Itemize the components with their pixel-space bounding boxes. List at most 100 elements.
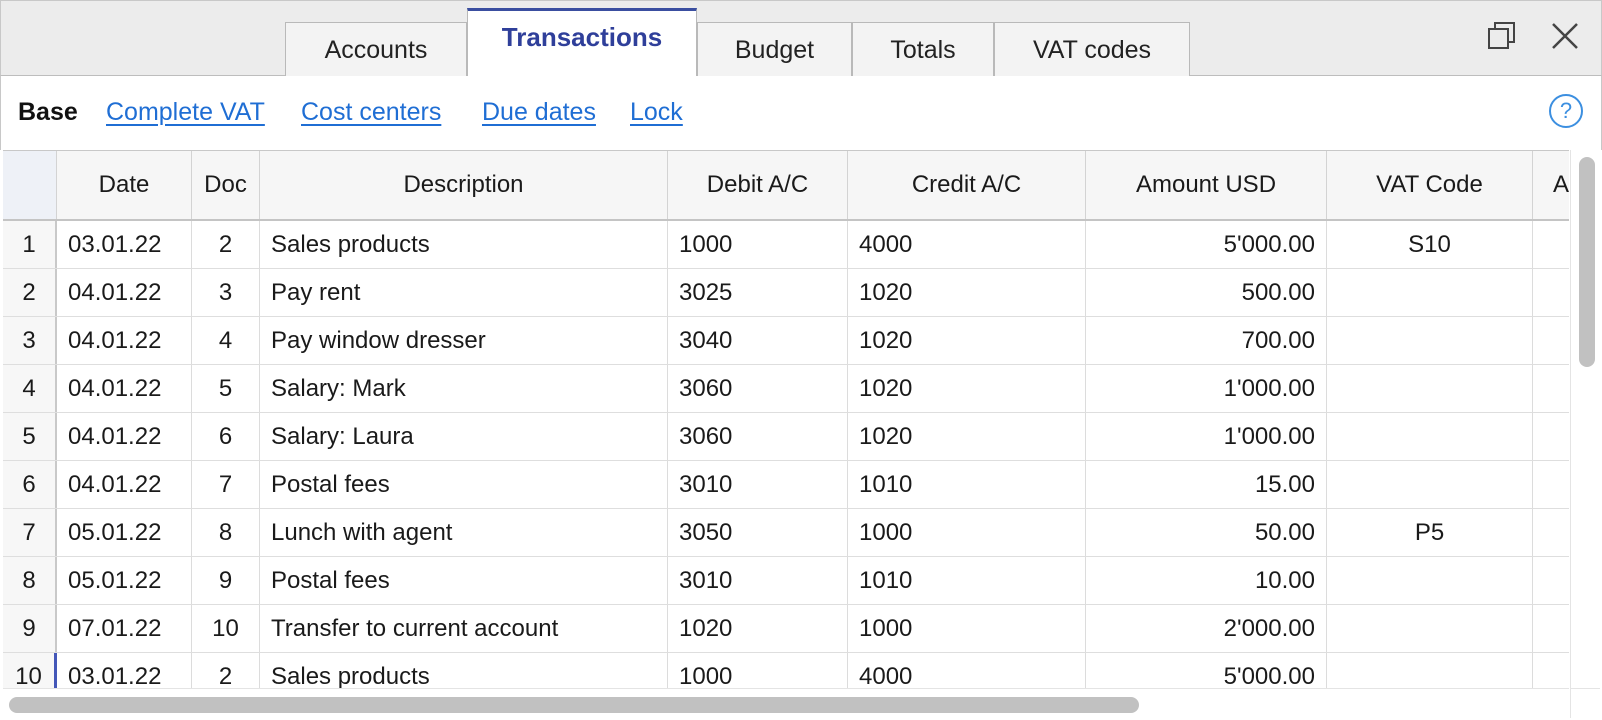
table-row[interactable]: 7 05.01.22 8 Lunch with agent 3050 1000 50.00 P… — [3, 509, 1569, 557]
row-number[interactable]: 8 — [3, 557, 57, 604]
vertical-scrollbar[interactable] — [1570, 150, 1600, 688]
column-header-description[interactable]: Description — [260, 151, 668, 219]
cell-doc[interactable]: 6 — [192, 413, 260, 460]
row-number[interactable]: 5 — [3, 413, 57, 460]
cell-date[interactable]: 04.01.22 — [57, 269, 192, 316]
column-header-doc[interactable]: Doc — [192, 151, 260, 219]
horizontal-scroll-thumb[interactable] — [9, 697, 1139, 713]
cell-description[interactable]: Postal fees — [260, 461, 668, 508]
cell-debit[interactable]: 1000 — [668, 221, 848, 268]
cell-amount[interactable]: 10.00 — [1086, 557, 1327, 604]
cell-doc[interactable]: 2 — [192, 653, 260, 688]
cell-description[interactable]: Sales products — [260, 653, 668, 688]
cell-amount[interactable]: 2'000.00 — [1086, 605, 1327, 652]
cell-description[interactable]: Sales products — [260, 221, 668, 268]
close-icon[interactable] — [1548, 19, 1582, 53]
cell-partial[interactable] — [1533, 221, 1569, 268]
cell-date[interactable]: 03.01.22 — [57, 221, 192, 268]
cell-vat-code[interactable] — [1327, 557, 1533, 604]
row-number[interactable]: 7 — [3, 509, 57, 556]
cell-credit[interactable]: 4000 — [848, 221, 1086, 268]
cell-date[interactable]: 05.01.22 — [57, 509, 192, 556]
view-base[interactable]: Base — [18, 98, 78, 127]
table-row[interactable]: 2 04.01.22 3 Pay rent 3025 1020 500.00 — [3, 269, 1569, 317]
cell-amount[interactable]: 1'000.00 — [1086, 365, 1327, 412]
cell-description[interactable]: Transfer to current account — [260, 605, 668, 652]
view-due-dates[interactable]: Due dates — [482, 98, 596, 127]
cell-vat-code[interactable] — [1327, 317, 1533, 364]
cell-debit[interactable]: 3025 — [668, 269, 848, 316]
cell-amount[interactable]: 700.00 — [1086, 317, 1327, 364]
row-number[interactable]: 2 — [3, 269, 57, 316]
cell-description[interactable]: Salary: Mark — [260, 365, 668, 412]
cell-amount[interactable]: 50.00 — [1086, 509, 1327, 556]
cell-description[interactable]: Salary: Laura — [260, 413, 668, 460]
cell-doc[interactable]: 4 — [192, 317, 260, 364]
table-row[interactable]: 8 05.01.22 9 Postal fees 3010 1010 10.00 — [3, 557, 1569, 605]
cell-amount[interactable]: 1'000.00 — [1086, 413, 1327, 460]
cell-doc[interactable]: 3 — [192, 269, 260, 316]
cell-debit[interactable]: 3010 — [668, 461, 848, 508]
view-lock[interactable]: Lock — [630, 98, 683, 127]
cell-credit[interactable]: 1020 — [848, 413, 1086, 460]
corner-cell[interactable] — [3, 151, 57, 219]
cell-credit[interactable]: 1000 — [848, 509, 1086, 556]
cell-description[interactable]: Lunch with agent — [260, 509, 668, 556]
cell-vat-code[interactable] — [1327, 269, 1533, 316]
column-header-vat-code[interactable]: VAT Code — [1327, 151, 1533, 219]
cell-date[interactable]: 07.01.22 — [57, 605, 192, 652]
cell-description[interactable]: Pay rent — [260, 269, 668, 316]
tab-vat-codes[interactable]: VAT codes — [994, 22, 1190, 77]
cell-vat-code[interactable] — [1327, 605, 1533, 652]
cell-partial[interactable] — [1533, 653, 1569, 688]
cell-amount[interactable]: 500.00 — [1086, 269, 1327, 316]
cell-doc[interactable]: 9 — [192, 557, 260, 604]
table-row[interactable]: 9 07.01.22 10 Transfer to current account 10… — [3, 605, 1569, 653]
cell-doc[interactable]: 10 — [192, 605, 260, 652]
cell-credit[interactable]: 1000 — [848, 605, 1086, 652]
cell-credit[interactable]: 1010 — [848, 557, 1086, 604]
cell-doc[interactable]: 2 — [192, 221, 260, 268]
cell-partial[interactable] — [1533, 317, 1569, 364]
cell-partial[interactable] — [1533, 509, 1569, 556]
cell-date[interactable]: 05.01.22 — [57, 557, 192, 604]
cell-vat-code[interactable] — [1327, 461, 1533, 508]
vertical-scroll-thumb[interactable] — [1579, 157, 1595, 367]
cell-debit[interactable]: 1020 — [668, 605, 848, 652]
tab-totals[interactable]: Totals — [852, 22, 994, 77]
table-row[interactable]: 1 03.01.22 2 Sales products 1000 4000 5'000.00… — [3, 221, 1569, 269]
cell-date[interactable]: 04.01.22 — [57, 413, 192, 460]
table-row[interactable]: 10 03.01.22 2 Sales products 1000 4000 5'000.0… — [3, 653, 1569, 688]
cell-partial[interactable] — [1533, 413, 1569, 460]
cell-vat-code[interactable] — [1327, 365, 1533, 412]
cell-partial[interactable] — [1533, 605, 1569, 652]
cell-date[interactable]: 04.01.22 — [57, 461, 192, 508]
cell-partial[interactable] — [1533, 269, 1569, 316]
cell-amount[interactable]: 5'000.00 — [1086, 653, 1327, 688]
tab-accounts[interactable]: Accounts — [285, 22, 467, 77]
row-number[interactable]: 10 — [3, 653, 57, 688]
cell-amount[interactable]: 15.00 — [1086, 461, 1327, 508]
horizontal-scrollbar[interactable] — [3, 688, 1569, 718]
cell-credit[interactable]: 1010 — [848, 461, 1086, 508]
view-cost-centers[interactable]: Cost centers — [301, 98, 441, 127]
cell-credit[interactable]: 1020 — [848, 317, 1086, 364]
restore-window-icon[interactable] — [1485, 19, 1519, 53]
cell-debit[interactable]: 3050 — [668, 509, 848, 556]
table-row[interactable]: 6 04.01.22 7 Postal fees 3010 1010 15.00 — [3, 461, 1569, 509]
cell-debit[interactable]: 1000 — [668, 653, 848, 688]
cell-debit[interactable]: 3040 — [668, 317, 848, 364]
cell-description[interactable]: Pay window dresser — [260, 317, 668, 364]
cell-date[interactable]: 04.01.22 — [57, 317, 192, 364]
cell-debit[interactable]: 3060 — [668, 413, 848, 460]
cell-partial[interactable] — [1533, 365, 1569, 412]
cell-date[interactable]: 04.01.22 — [57, 365, 192, 412]
column-header-debit[interactable]: Debit A/C — [668, 151, 848, 219]
cell-vat-code[interactable] — [1327, 413, 1533, 460]
tab-budget[interactable]: Budget — [697, 22, 852, 77]
cell-debit[interactable]: 3060 — [668, 365, 848, 412]
column-header-amount[interactable]: Amount USD — [1086, 151, 1327, 219]
column-header-credit[interactable]: Credit A/C — [848, 151, 1086, 219]
row-number[interactable]: 6 — [3, 461, 57, 508]
cell-credit[interactable]: 4000 — [848, 653, 1086, 688]
